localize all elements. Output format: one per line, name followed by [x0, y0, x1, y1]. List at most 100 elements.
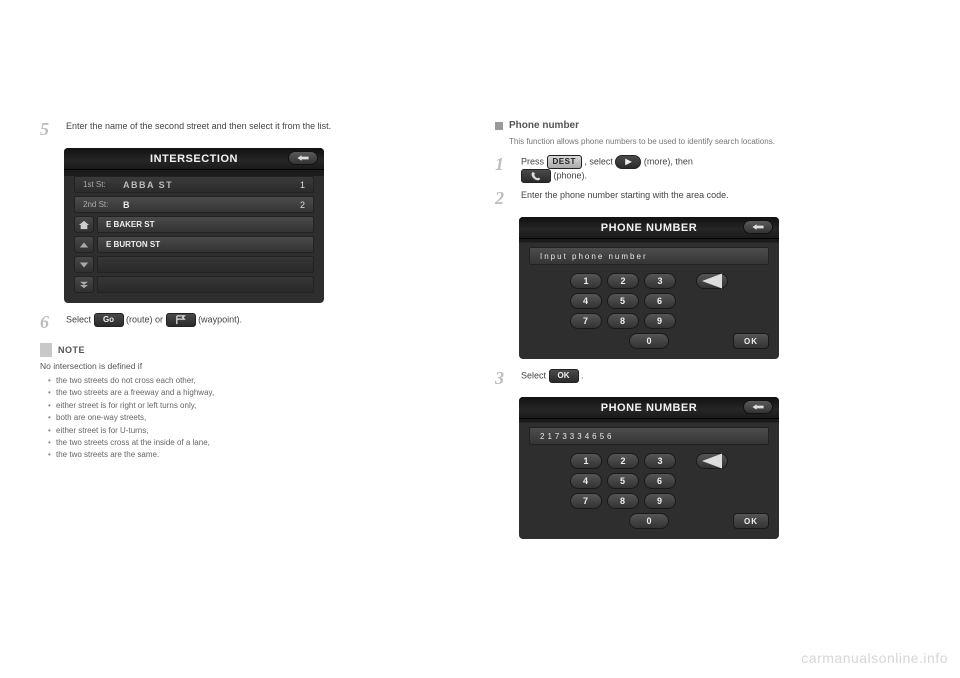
screenshot-titlebar: PHONE NUMBER — [519, 217, 779, 239]
screenshot-title: INTERSECTION — [150, 153, 238, 165]
section-heading: Phone number — [495, 120, 920, 131]
step-1: 1 Press DEST , select ▶ (more), then (ph… — [495, 155, 920, 183]
note-item: the two streets are a freeway and a high… — [48, 388, 465, 398]
scroll-up-button[interactable] — [74, 236, 94, 253]
screenshot-phone-prompt: PHONE NUMBER Input phone number 1 2 3 — [519, 217, 779, 359]
phone-input-field[interactable]: 2173334656 — [529, 427, 769, 445]
list-item[interactable]: E BURTON ST — [97, 236, 314, 253]
back-button[interactable] — [743, 220, 773, 234]
back-button[interactable] — [288, 151, 318, 165]
key-7[interactable]: 7 — [570, 493, 602, 509]
flag-icon — [175, 315, 187, 325]
step-number: 6 — [40, 313, 58, 331]
step-number: 2 — [495, 189, 513, 207]
section-title: Phone number — [509, 120, 579, 131]
result-items: E BAKER ST E BURTON ST — [97, 216, 314, 293]
home-icon — [78, 220, 90, 230]
first-street-row: 1st St: ABBA ST 1 — [74, 176, 314, 193]
key-8[interactable]: 8 — [607, 313, 639, 329]
note-item: the two streets do not cross each other, — [48, 376, 465, 386]
more-button[interactable]: ▶ — [615, 155, 641, 169]
ok-inline-button[interactable]: OK — [549, 369, 579, 383]
screenshot-phone-entered: PHONE NUMBER 2173334656 1 2 3 — [519, 397, 779, 539]
key-4[interactable]: 4 — [570, 293, 602, 309]
step-number: 1 — [495, 155, 513, 183]
text-fragment: (waypoint). — [198, 314, 242, 324]
row-label: 2nd St: — [83, 200, 123, 209]
step-3: 3 Select OK . — [495, 369, 920, 387]
text-fragment: . — [581, 371, 584, 381]
note-item: the two streets are the same. — [48, 450, 465, 460]
triangle-left-icon — [697, 271, 727, 291]
step-6-text: Select Go (route) or (waypoint). — [66, 313, 465, 331]
backspace-key[interactable] — [696, 273, 728, 289]
step-1-text: Press DEST , select ▶ (more), then (phon… — [521, 155, 920, 183]
list-item — [97, 256, 314, 273]
key-2[interactable]: 2 — [607, 453, 639, 469]
second-street-row[interactable]: 2nd St: B 2 — [74, 196, 314, 213]
key-0[interactable]: 0 — [629, 513, 669, 529]
back-arrow-icon — [296, 154, 310, 162]
key-5[interactable]: 5 — [607, 293, 639, 309]
scroll-top-button[interactable] — [74, 216, 94, 233]
section-subtitle: This function allows phone numbers to be… — [509, 137, 920, 147]
key-0[interactable]: 0 — [629, 333, 669, 349]
list-item[interactable]: E BAKER ST — [97, 216, 314, 233]
note-heading: NOTE — [40, 343, 465, 357]
go-button[interactable]: Go — [94, 313, 124, 327]
key-1[interactable]: 1 — [570, 453, 602, 469]
key-3[interactable]: 3 — [644, 453, 676, 469]
key-9[interactable]: 9 — [644, 493, 676, 509]
back-arrow-icon — [751, 223, 765, 231]
left-column: 5 Enter the name of the second street an… — [40, 120, 465, 549]
text-fragment: , select — [584, 157, 615, 167]
key-6[interactable]: 6 — [644, 473, 676, 489]
key-3[interactable]: 3 — [644, 273, 676, 289]
key-6[interactable]: 6 — [644, 293, 676, 309]
scroll-down-button[interactable] — [74, 256, 94, 273]
section-marker-icon — [495, 122, 503, 130]
screenshot-body: 1st St: ABBA ST 1 2nd St: B 2 — [64, 170, 324, 297]
scroll-bottom-button[interactable] — [74, 276, 94, 293]
key-9[interactable]: 9 — [644, 313, 676, 329]
step-number: 5 — [40, 120, 58, 138]
screenshot-titlebar: INTERSECTION — [64, 148, 324, 170]
step-6: 6 Select Go (route) or (waypoint). — [40, 313, 465, 331]
screenshot-intersection: INTERSECTION 1st St: ABBA ST 1 2nd St: B… — [64, 148, 324, 303]
waypoint-button[interactable] — [166, 313, 196, 327]
key-8[interactable]: 8 — [607, 493, 639, 509]
manual-page: 5 Enter the name of the second street an… — [0, 0, 960, 589]
ok-button[interactable]: OK — [733, 513, 769, 529]
triangle-right-icon: ▶ — [625, 157, 631, 168]
phone-input-field[interactable]: Input phone number — [529, 247, 769, 265]
chevron-up-icon — [79, 241, 89, 249]
key-5[interactable]: 5 — [607, 473, 639, 489]
note-item: either street is for U-turns, — [48, 426, 465, 436]
step-3-text: Select OK . — [521, 369, 920, 387]
back-arrow-icon — [751, 403, 765, 411]
key-2[interactable]: 2 — [607, 273, 639, 289]
key-4[interactable]: 4 — [570, 473, 602, 489]
row-count: 1 — [300, 180, 305, 190]
result-list: E BAKER ST E BURTON ST — [74, 216, 314, 293]
step-number: 3 — [495, 369, 513, 387]
backspace-key[interactable] — [696, 453, 728, 469]
double-chevron-down-icon — [79, 281, 89, 289]
step-2: 2 Enter the phone number starting with t… — [495, 189, 920, 207]
key-1[interactable]: 1 — [570, 273, 602, 289]
go-label: Go — [103, 315, 114, 326]
screenshot-body: 2173334656 1 2 3 4 5 6 — [519, 419, 779, 533]
dest-button[interactable]: DEST — [547, 155, 582, 169]
dest-label: DEST — [553, 157, 576, 168]
ok-button[interactable]: OK — [733, 333, 769, 349]
step-2-text: Enter the phone number starting with the… — [521, 189, 920, 207]
phone-button[interactable] — [521, 169, 551, 183]
scroll-controls — [74, 216, 94, 293]
text-fragment: (route) or — [126, 314, 166, 324]
key-7[interactable]: 7 — [570, 313, 602, 329]
numeric-keypad: 1 2 3 4 5 6 7 — [529, 453, 769, 529]
numeric-keypad: 1 2 3 4 5 6 7 — [529, 273, 769, 349]
screenshot-titlebar: PHONE NUMBER — [519, 397, 779, 419]
back-button[interactable] — [743, 400, 773, 414]
text-fragment: Press — [521, 157, 547, 167]
